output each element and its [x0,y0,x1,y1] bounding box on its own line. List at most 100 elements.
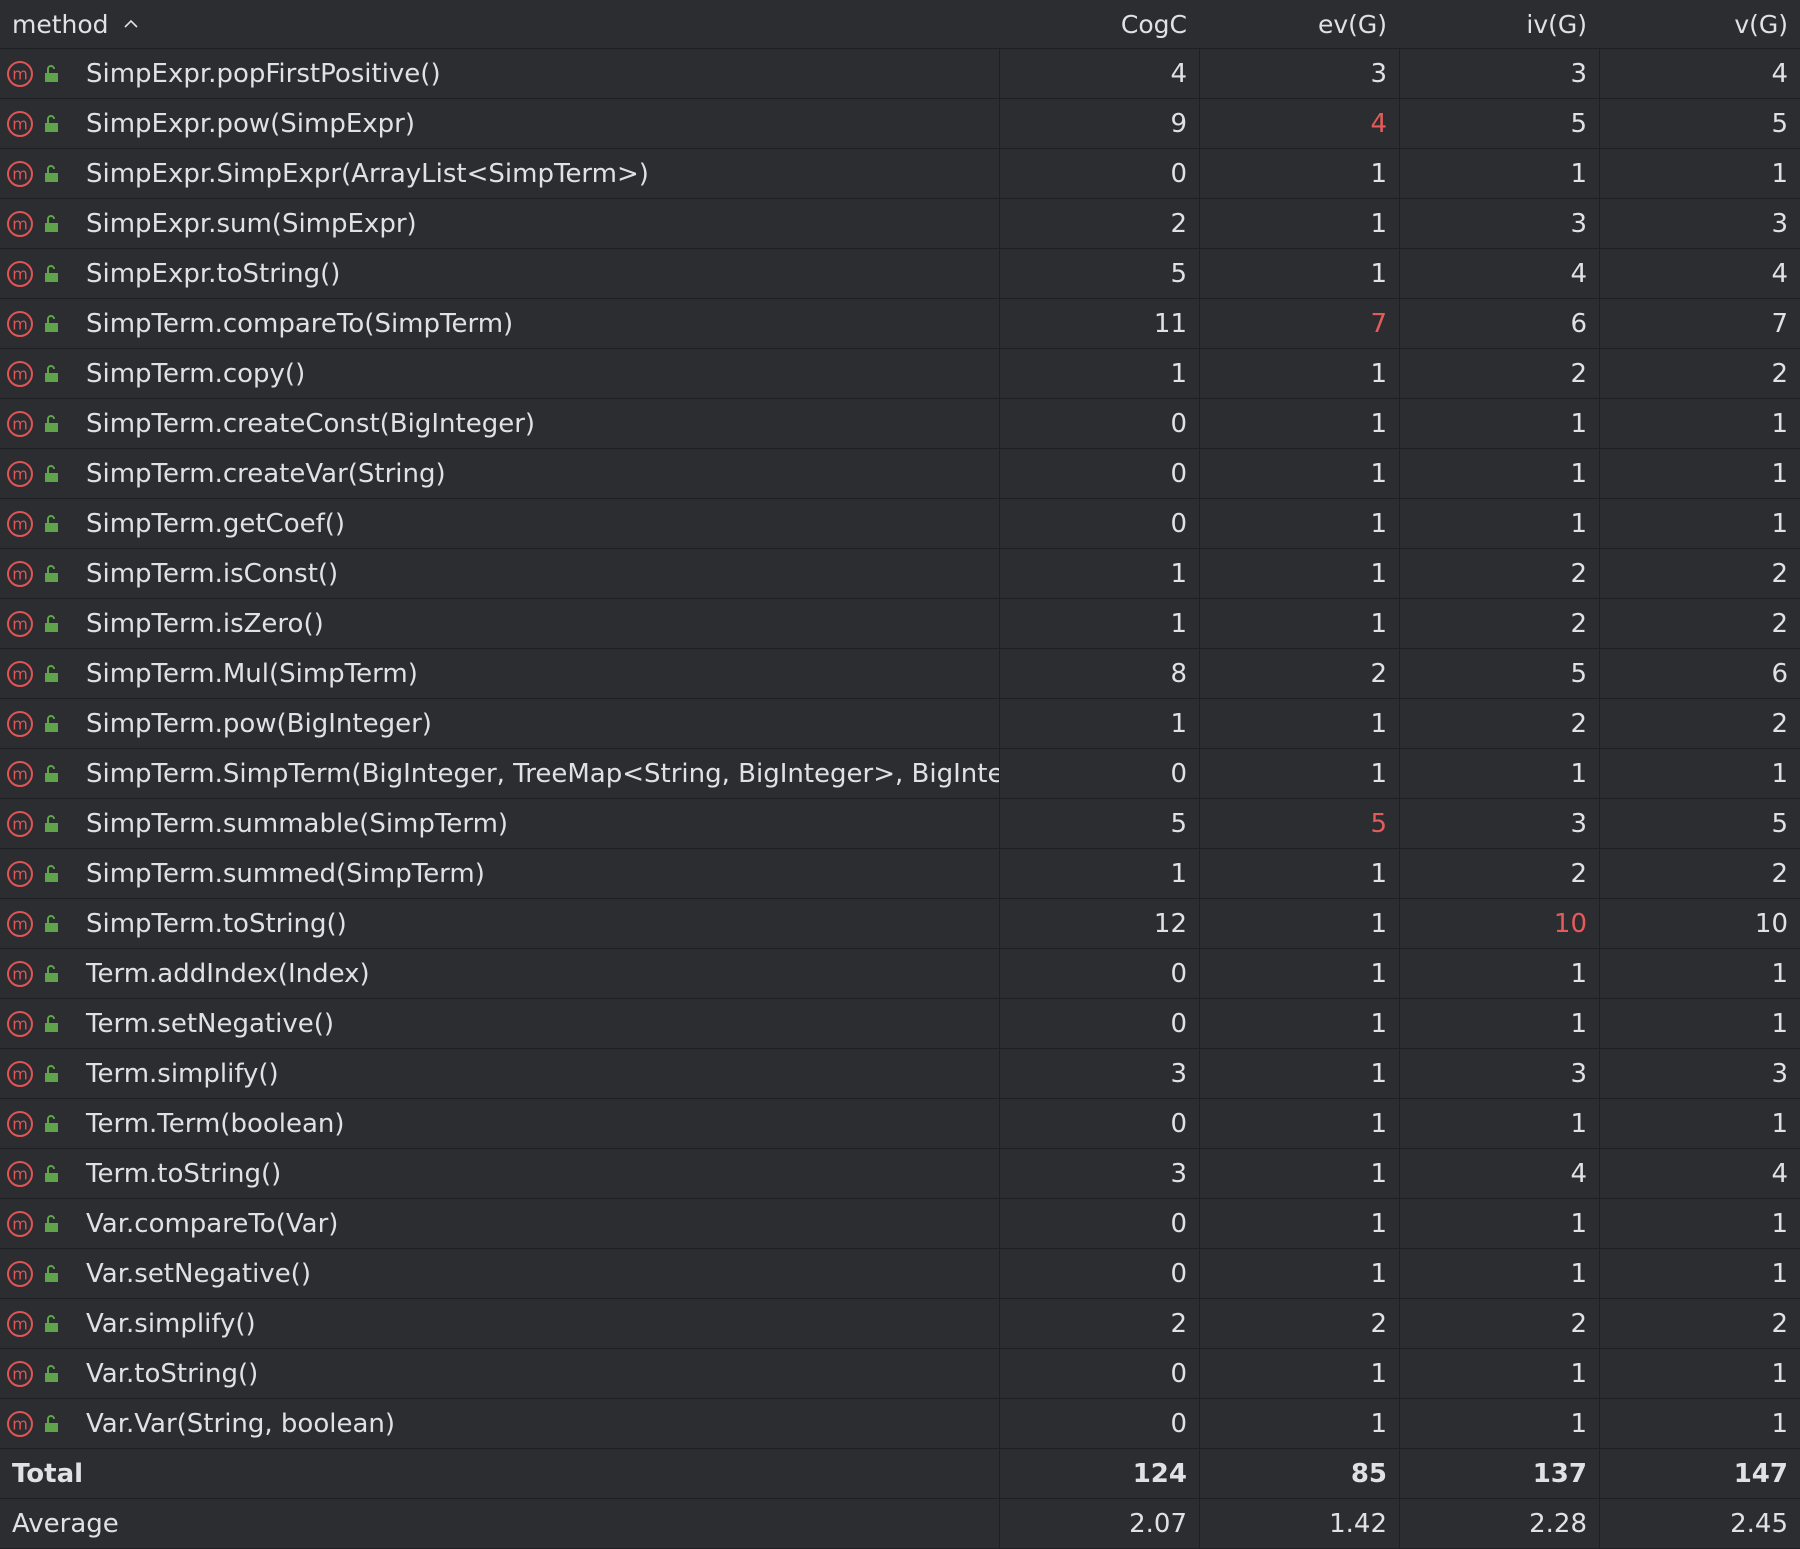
column-header-method-label: method [12,9,109,39]
table-row[interactable]: m Term.addIndex(Index) 0 1 1 1 [0,949,1800,999]
table-row[interactable]: m SimpTerm.pow(BigInteger) 1 1 2 2 [0,699,1800,749]
method-name: SimpTerm.isZero() [86,608,324,639]
method-m-icon: m [6,760,34,788]
method-m-icon: m [6,360,34,388]
table-row[interactable]: m SimpTerm.isConst() 1 1 2 2 [0,549,1800,599]
svg-text:m: m [12,414,28,433]
table-row[interactable]: m SimpTerm.compareTo(SimpTerm) 11 7 6 7 [0,299,1800,349]
table-row[interactable]: m Var.simplify() 2 2 2 2 [0,1299,1800,1349]
svg-text:m: m [12,814,28,833]
metric-iv-cell: 1 [1399,749,1599,798]
table-row[interactable]: m SimpExpr.popFirstPositive() 4 3 3 4 [0,49,1800,99]
table-row[interactable]: m SimpTerm.createConst(BigInteger) 0 1 1 1 [0,399,1800,449]
metric-cogc-cell: 1 [999,599,1199,648]
public-lock-icon [42,214,62,234]
method-name: Var.Var(String, boolean) [86,1408,396,1439]
metric-cogc-cell: 3 [999,1149,1199,1198]
table-row[interactable]: m SimpExpr.toString() 5 1 4 4 [0,249,1800,299]
metric-cogc-cell: 0 [999,999,1199,1048]
table-row[interactable]: m SimpExpr.sum(SimpExpr) 2 1 3 3 [0,199,1800,249]
column-header-ev[interactable]: ev(G) [1199,0,1399,48]
method-name: SimpTerm.toString() [86,908,347,939]
metric-ev-cell: 1 [1199,1399,1399,1448]
metric-cogc-cell: 0 [999,1099,1199,1148]
svg-text:m: m [12,1314,28,1333]
average-iv: 2.28 [1399,1499,1599,1548]
table-row[interactable]: m SimpExpr.pow(SimpExpr) 9 4 5 5 [0,99,1800,149]
table-row[interactable]: m SimpTerm.Mul(SimpTerm) 8 2 5 6 [0,649,1800,699]
metric-ev-cell: 4 [1199,99,1399,148]
metric-iv-cell: 1 [1399,1249,1599,1298]
method-cell: m Term.simplify() [0,1049,999,1098]
metric-ev-cell: 1 [1199,549,1399,598]
metric-v-cell: 1 [1599,1399,1800,1448]
metric-iv-cell: 1 [1399,1199,1599,1248]
table-row[interactable]: m Term.toString() 3 1 4 4 [0,1149,1800,1199]
method-m-icon: m [6,310,34,338]
method-name: SimpTerm.createVar(String) [86,458,446,489]
metric-iv-cell: 5 [1399,649,1599,698]
svg-text:m: m [12,964,28,983]
metric-v-cell: 1 [1599,149,1800,198]
metric-iv-cell: 3 [1399,49,1599,98]
metric-iv-cell: 1 [1399,449,1599,498]
metric-cogc-cell: 0 [999,1349,1199,1398]
table-row[interactable]: m Var.Var(String, boolean) 0 1 1 1 [0,1399,1800,1449]
method-name: Term.Term(boolean) [86,1108,345,1139]
sort-ascending-icon[interactable] [123,16,139,32]
public-lock-icon [42,764,62,784]
column-header-cogc[interactable]: CogC [999,0,1199,48]
column-header-method[interactable]: method [0,0,999,48]
metric-iv-cell: 2 [1399,549,1599,598]
method-m-icon: m [6,510,34,538]
public-lock-icon [42,714,62,734]
method-cell: m Var.toString() [0,1349,999,1398]
table-row[interactable]: m Var.compareTo(Var) 0 1 1 1 [0,1199,1800,1249]
method-cell: m Term.setNegative() [0,999,999,1048]
table-row[interactable]: m SimpExpr.SimpExpr(ArrayList<SimpTerm>) 0… [0,149,1800,199]
table-row[interactable]: m SimpTerm.summable(SimpTerm) 5 5 3 5 [0,799,1800,849]
average-v: 2.45 [1599,1499,1800,1548]
svg-text:m: m [12,514,28,533]
method-m-icon: m [6,710,34,738]
column-header-iv[interactable]: iv(G) [1399,0,1599,48]
table-row[interactable]: m SimpTerm.getCoef() 0 1 1 1 [0,499,1800,549]
table-row[interactable]: m SimpTerm.summed(SimpTerm) 1 1 2 2 [0,849,1800,899]
method-m-icon: m [6,260,34,288]
average-label: Average [12,1508,119,1539]
table-row[interactable]: m Term.setNegative() 0 1 1 1 [0,999,1800,1049]
table-row[interactable]: m Term.Term(boolean) 0 1 1 1 [0,1099,1800,1149]
metric-v-cell: 1 [1599,1249,1800,1298]
column-header-v[interactable]: v(G) [1599,0,1800,48]
metric-v-cell: 1 [1599,1199,1800,1248]
total-iv: 137 [1399,1449,1599,1498]
metric-iv-cell: 4 [1399,1149,1599,1198]
method-cell: m Var.Var(String, boolean) [0,1399,999,1448]
metric-v-cell: 4 [1599,249,1800,298]
table-row[interactable]: m SimpTerm.toString() 12 1 10 10 [0,899,1800,949]
svg-text:m: m [12,664,28,683]
table-row[interactable]: m Var.setNegative() 0 1 1 1 [0,1249,1800,1299]
table-row[interactable]: m Var.toString() 0 1 1 1 [0,1349,1800,1399]
table-row[interactable]: m SimpTerm.copy() 1 1 2 2 [0,349,1800,399]
metric-iv-cell: 1 [1399,1099,1599,1148]
method-m-icon: m [6,460,34,488]
public-lock-icon [42,1314,62,1334]
svg-text:m: m [12,464,28,483]
table-row[interactable]: m SimpTerm.SimpTerm(BigInteger, TreeMap<S… [0,749,1800,799]
metric-cogc-cell: 0 [999,449,1199,498]
public-lock-icon [42,1264,62,1284]
svg-text:m: m [12,714,28,733]
svg-text:m: m [12,564,28,583]
metric-iv-cell: 2 [1399,1299,1599,1348]
average-cogc: 2.07 [999,1499,1199,1548]
table-row[interactable]: m Term.simplify() 3 1 3 3 [0,1049,1800,1099]
metric-v-cell: 5 [1599,99,1800,148]
table-row[interactable]: m SimpTerm.createVar(String) 0 1 1 1 [0,449,1800,499]
method-cell: m SimpExpr.SimpExpr(ArrayList<SimpTerm>) [0,149,999,198]
public-lock-icon [42,614,62,634]
method-name: SimpExpr.pow(SimpExpr) [86,108,415,139]
table-row[interactable]: m SimpTerm.isZero() 1 1 2 2 [0,599,1800,649]
method-cell: m SimpTerm.createConst(BigInteger) [0,399,999,448]
metric-ev-cell: 1 [1199,899,1399,948]
